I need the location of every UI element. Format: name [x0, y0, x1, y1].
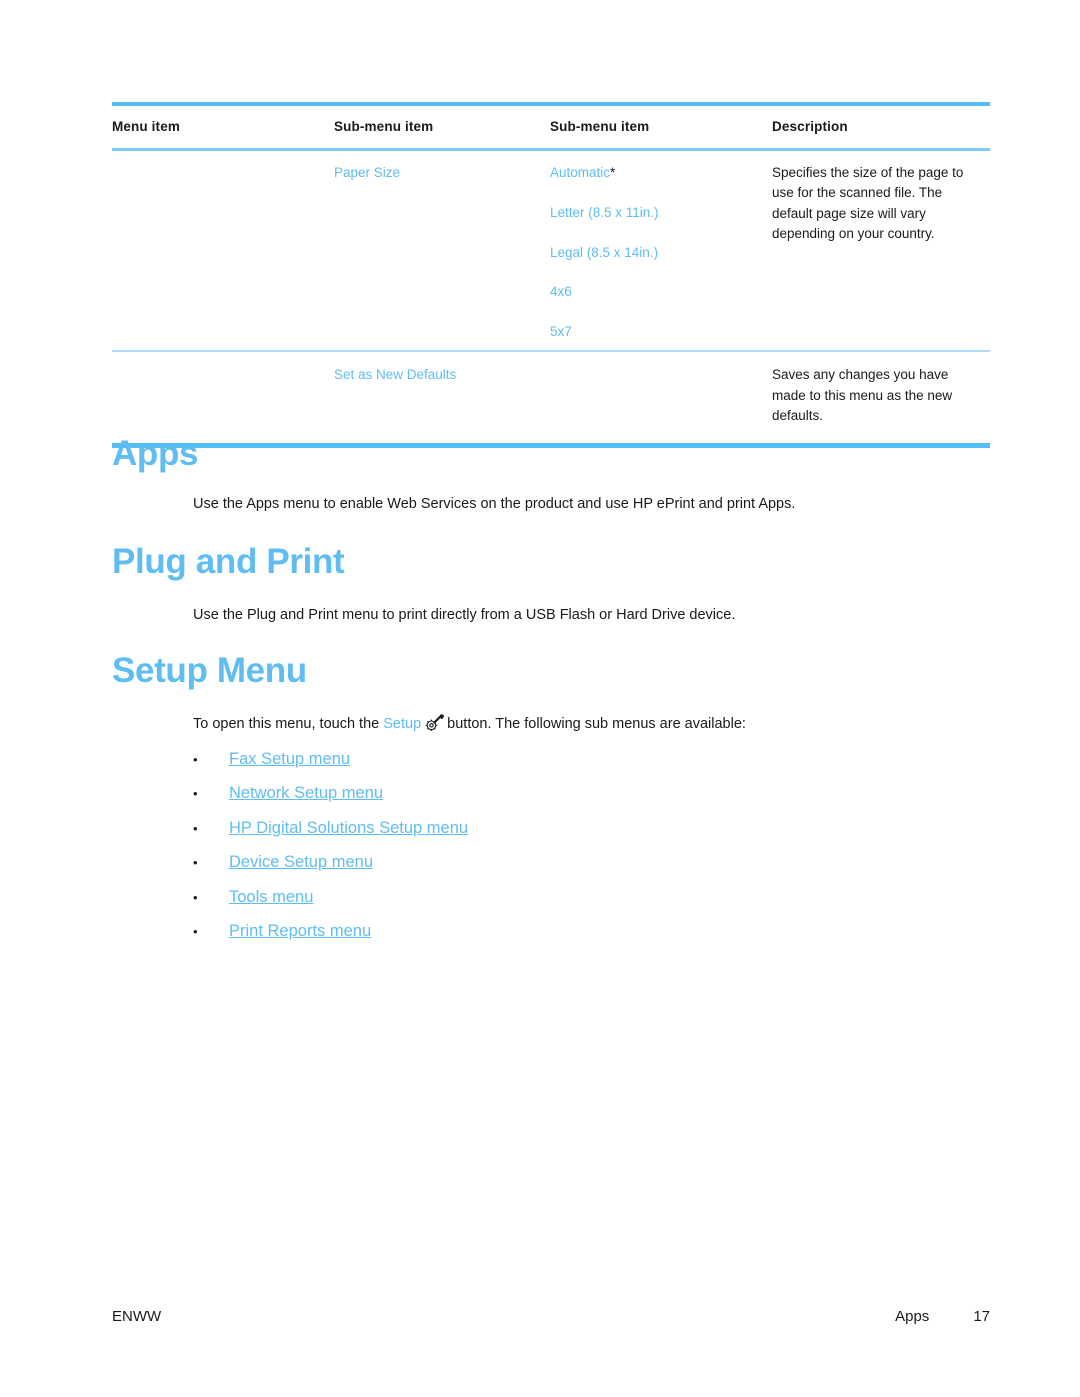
cell-menu-item [112, 365, 334, 427]
page-title-setup-menu: Setup Menu [112, 651, 307, 690]
link-tools-menu[interactable]: Tools menu [229, 887, 313, 908]
option-label: 5x7 [550, 324, 572, 340]
table-bottom-rule [112, 442, 990, 448]
cell-description: Saves any changes you have made to this … [772, 365, 990, 427]
column-header-sub-menu-item-1: Sub-menu item [334, 119, 434, 134]
paragraph-setup-menu: To open this menu, touch the Setup button… [193, 713, 993, 736]
table-row: Paper Size Automatic* Letter (8.5 x 11in… [112, 151, 990, 350]
bullet-icon [193, 822, 229, 835]
cell-sub-menu-item[interactable]: Set as New Defaults [334, 365, 550, 427]
column-header-sub-menu-item-2: Sub-menu item [550, 119, 650, 134]
default-marker: * [610, 164, 616, 180]
option-label: Legal (8.5 x 14in.) [550, 244, 659, 260]
option-label: Letter (8.5 x 11in.) [550, 204, 659, 220]
footer-right-group: Apps 17 [895, 1308, 990, 1325]
sub-menu-option-list: Automatic* Letter (8.5 x 11in.) Legal (8… [550, 163, 756, 342]
list-item[interactable]: Letter (8.5 x 11in.) [550, 203, 756, 223]
cell-sub-menu-options [550, 365, 772, 427]
paragraph-plug-and-print: Use the Plug and Print menu to print dir… [193, 607, 736, 623]
bullet-icon [193, 891, 229, 904]
setup-wrench-gear-icon [425, 713, 445, 732]
paragraph-text-before-link: To open this menu, touch the [193, 716, 384, 732]
description-text: Specifies the size of the page to use fo… [772, 164, 964, 242]
list-item: Device Setup menu [193, 852, 893, 873]
bullet-icon [193, 925, 229, 938]
page-footer: ENWW Apps 17 [112, 1308, 990, 1325]
list-item: HP Digital Solutions Setup menu [193, 818, 893, 839]
link-network-setup-menu[interactable]: Network Setup menu [229, 783, 383, 804]
link-device-setup-menu[interactable]: Device Setup menu [229, 852, 373, 873]
cell-sub-menu-item[interactable]: Paper Size [334, 163, 550, 344]
list-item[interactable]: 4x6 [550, 282, 756, 302]
list-item: Fax Setup menu [193, 749, 893, 770]
footer-locale: ENWW [112, 1308, 162, 1325]
bullet-icon [193, 787, 229, 800]
column-header-menu-item: Menu item [112, 119, 180, 134]
description-text: Saves any changes you have made to this … [772, 367, 953, 424]
list-item[interactable]: Legal (8.5 x 14in.) [550, 243, 756, 263]
footer-page-number: 17 [973, 1308, 990, 1325]
footer-section-name: Apps [895, 1308, 930, 1325]
paragraph-text-after-icon: button. The following sub menus are avai… [447, 716, 746, 732]
column-header-description: Description [772, 119, 848, 134]
setup-submenu-link-list: Fax Setup menu Network Setup menu HP Dig… [193, 749, 893, 956]
document-page: Menu item Sub-menu item Sub-menu item De… [0, 0, 1080, 1397]
link-hp-digital-solutions-setup-menu[interactable]: HP Digital Solutions Setup menu [229, 818, 468, 839]
page-title-plug-and-print: Plug and Print [112, 542, 345, 581]
page-title-apps: Apps [112, 434, 199, 473]
list-item: Tools menu [193, 887, 893, 908]
cell-description: Specifies the size of the page to use fo… [772, 163, 990, 344]
paragraph-apps: Use the Apps menu to enable Web Services… [193, 496, 796, 512]
bullet-icon [193, 753, 229, 766]
table-row: Set as New Defaults Saves any changes yo… [112, 352, 990, 443]
option-label: 4x6 [550, 284, 572, 300]
cell-menu-item [112, 163, 334, 344]
list-item[interactable]: 5x7 [550, 322, 756, 342]
bullet-icon [193, 856, 229, 869]
option-label: Automatic [550, 164, 611, 180]
link-fax-setup-menu[interactable]: Fax Setup menu [229, 749, 350, 770]
table-header-row: Menu item Sub-menu item Sub-menu item De… [112, 106, 990, 148]
setup-inline-link[interactable]: Setup [383, 716, 421, 732]
list-item[interactable]: Automatic* [550, 163, 756, 183]
list-item: Print Reports menu [193, 921, 893, 942]
list-item: Network Setup menu [193, 783, 893, 804]
cell-sub-menu-options: Automatic* Letter (8.5 x 11in.) Legal (8… [550, 163, 772, 344]
menu-reference-table: Menu item Sub-menu item Sub-menu item De… [112, 102, 990, 448]
link-print-reports-menu[interactable]: Print Reports menu [229, 921, 371, 942]
